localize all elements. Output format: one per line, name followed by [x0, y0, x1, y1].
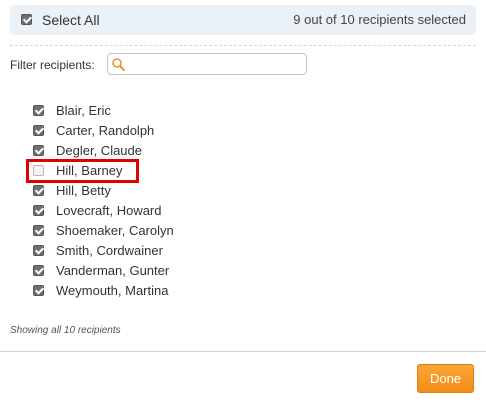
divider — [10, 45, 476, 46]
recipient-row[interactable]: Shoemaker, Carolyn — [0, 221, 486, 241]
highlight-box — [26, 159, 139, 183]
recipient-name[interactable]: Smith, Cordwainer — [56, 243, 163, 258]
recipient-checkbox[interactable] — [33, 245, 44, 256]
select-all-label[interactable]: Select All — [42, 12, 100, 28]
recipient-name[interactable]: Hill, Betty — [56, 183, 111, 198]
filter-field[interactable] — [107, 53, 307, 75]
showing-count: Showing all 10 recipients — [10, 325, 121, 336]
recipient-checkbox[interactable] — [33, 225, 44, 236]
select-all-bar: Select All 9 out of 10 recipients select… — [10, 5, 476, 35]
recipient-name[interactable]: Degler, Claude — [56, 143, 142, 158]
footer-divider — [0, 351, 486, 352]
recipient-list: Blair, Eric Carter, Randolph Degler, Claud… — [0, 101, 486, 301]
search-icon — [112, 58, 125, 71]
recipient-row[interactable]: Lovecraft, Howard — [0, 201, 486, 221]
recipient-row[interactable]: Vanderman, Gunter — [0, 261, 486, 281]
recipient-checkbox[interactable] — [33, 105, 44, 116]
recipient-name[interactable]: Shoemaker, Carolyn — [56, 223, 174, 238]
recipient-name[interactable]: Weymouth, Martina — [56, 283, 168, 298]
select-all-checkbox[interactable] — [21, 14, 32, 25]
recipient-name[interactable]: Blair, Eric — [56, 103, 111, 118]
filter-label: Filter recipients: — [10, 58, 95, 72]
done-button[interactable]: Done — [417, 364, 474, 393]
recipient-checkbox[interactable] — [33, 185, 44, 196]
recipient-checkbox[interactable] — [33, 205, 44, 216]
recipient-row[interactable]: Hill, Betty — [0, 181, 486, 201]
recipient-name[interactable]: Vanderman, Gunter — [56, 263, 169, 278]
recipient-row[interactable]: Weymouth, Martina — [0, 281, 486, 301]
recipient-row[interactable]: Degler, Claude — [0, 141, 486, 161]
recipient-checkbox[interactable] — [33, 285, 44, 296]
recipient-name[interactable]: Lovecraft, Howard — [56, 203, 162, 218]
recipient-name[interactable]: Carter, Randolph — [56, 123, 154, 138]
recipient-checkbox[interactable] — [33, 125, 44, 136]
recipient-row[interactable]: Carter, Randolph — [0, 121, 486, 141]
filter-input[interactable] — [128, 55, 300, 73]
recipient-row[interactable]: Blair, Eric — [0, 101, 486, 121]
recipient-checkbox[interactable] — [33, 145, 44, 156]
selection-status: 9 out of 10 recipients selected — [293, 12, 466, 27]
recipient-row[interactable]: Smith, Cordwainer — [0, 241, 486, 261]
recipient-checkbox[interactable] — [33, 265, 44, 276]
